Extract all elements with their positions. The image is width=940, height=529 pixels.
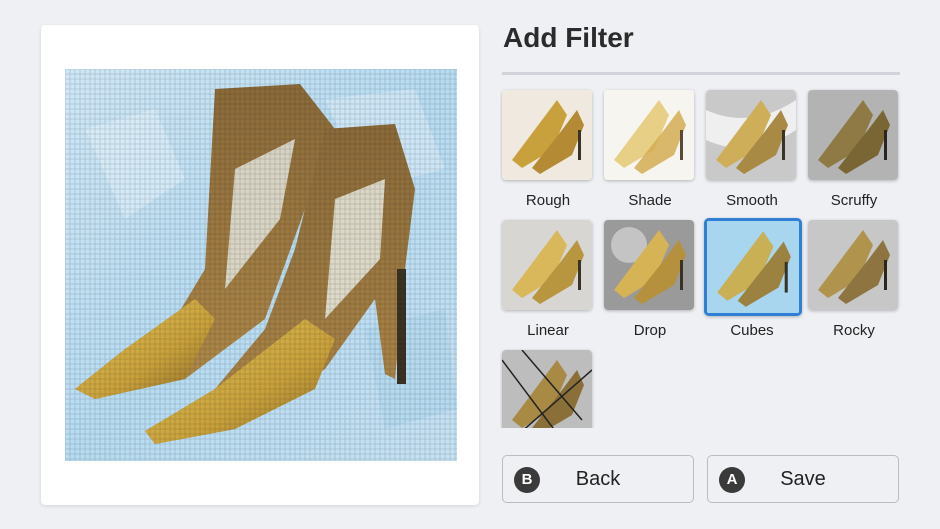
filter-label: Scruffy [830, 192, 878, 209]
filter-label: Smooth [726, 192, 778, 209]
save-button[interactable]: Save A [707, 455, 899, 503]
filter-thumbnail[interactable] [808, 90, 898, 180]
a-button-icon: A [719, 467, 745, 493]
filter-thumbnail[interactable] [604, 220, 694, 310]
filter-label: Drop [633, 322, 667, 339]
filter-label: Linear [527, 322, 569, 339]
filter-thumbnail[interactable] [808, 220, 898, 310]
filter-label: Shade [628, 192, 672, 209]
filter-thumbnail[interactable] [502, 350, 592, 428]
filter-thumbnail[interactable] [704, 218, 802, 316]
preview-image [65, 69, 457, 461]
preview-card [41, 25, 479, 505]
title-divider [502, 72, 900, 75]
b-button-icon: B [514, 467, 540, 493]
filter-label: Rough [525, 192, 571, 209]
page-title: Add Filter [503, 22, 634, 53]
filter-thumbnail[interactable] [604, 90, 694, 180]
filter-label: Cubes [730, 322, 774, 339]
filter-grid[interactable]: Rough Shade Smooth Scruffy Linear Drop C… [500, 88, 904, 428]
filter-thumbnail[interactable] [706, 90, 796, 180]
filter-label: Rocky [833, 322, 875, 339]
back-button[interactable]: Back B [502, 455, 694, 503]
filter-thumbnail[interactable] [502, 90, 592, 180]
filter-thumbnail[interactable] [502, 220, 592, 310]
